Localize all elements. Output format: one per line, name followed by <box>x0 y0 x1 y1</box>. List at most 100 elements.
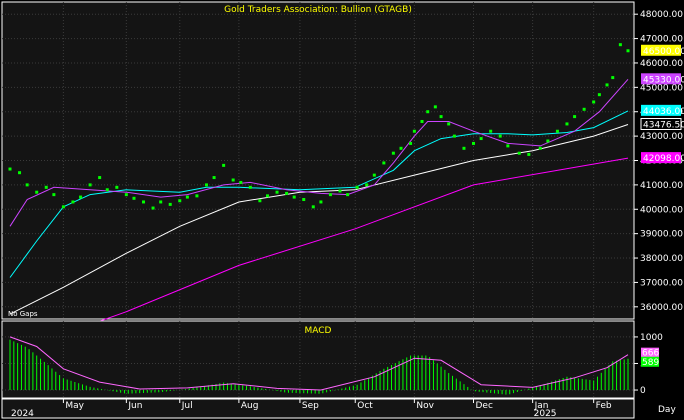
price-point <box>626 49 630 53</box>
macd-value-label: 589 <box>642 358 659 368</box>
x-axis: May Jun Jul Aug Sep Oct Nov Dec Jan Feb2024 2025 <box>1 398 635 419</box>
price-point <box>61 205 65 209</box>
price-point <box>178 199 182 203</box>
price-point <box>555 129 559 133</box>
main-y-tick-label: 40000.00 <box>640 205 683 215</box>
price-point <box>538 146 542 150</box>
price-point <box>527 152 531 156</box>
price-point <box>71 200 75 204</box>
price-point <box>18 171 22 175</box>
price-point <box>98 176 102 180</box>
price-point <box>338 189 342 193</box>
price-point <box>8 167 12 171</box>
last-value-label: 44036.00 <box>643 107 684 117</box>
main-y-tick-label: 41000.00 <box>640 181 683 191</box>
price-point <box>346 193 350 197</box>
price-point <box>409 141 413 145</box>
macd-title: MACD <box>305 326 332 336</box>
price-value-label: 46500.00 <box>643 47 684 57</box>
price-point <box>258 199 262 203</box>
main-y-tick-label: 39000.00 <box>640 230 683 240</box>
x-year-label: 2025 <box>534 409 557 419</box>
price-point <box>248 185 252 189</box>
price-point <box>142 200 146 204</box>
price-point <box>44 185 48 189</box>
macd-panel: MACD 05001000 666589 <box>1 320 663 399</box>
price-point <box>222 163 226 167</box>
main-y-tick-label: 43000.00 <box>640 132 683 142</box>
price-point <box>292 195 296 199</box>
macd-value-labels: 666589 <box>641 347 659 368</box>
price-point <box>365 183 369 187</box>
price-point <box>105 188 109 192</box>
x-month-label: Feb <box>596 401 612 411</box>
price-point <box>231 178 235 182</box>
price-point <box>328 193 332 197</box>
price-point <box>204 183 208 187</box>
price-point <box>573 115 577 119</box>
x-axis-label: Day <box>658 405 676 415</box>
x-month-label: Sep <box>302 401 319 411</box>
price-point <box>185 195 189 199</box>
price-point <box>285 191 289 195</box>
macd-y-tick-label: 0 <box>640 386 646 396</box>
price-point <box>592 100 596 104</box>
last-value-label: 45330.00 <box>643 75 684 85</box>
price-point <box>605 83 609 87</box>
chart-canvas: Gold Traders Association: Bullion (GTAGB… <box>0 0 684 420</box>
price-point <box>420 119 424 123</box>
x-month-label: Oct <box>357 401 373 411</box>
main-y-tick-label: 46000.00 <box>640 59 683 69</box>
x-month-label: Aug <box>241 401 259 411</box>
price-point <box>447 122 451 126</box>
price-point <box>399 146 403 150</box>
price-point <box>35 190 39 194</box>
price-point <box>302 198 306 202</box>
price-point <box>452 134 456 138</box>
x-year-label: 2024 <box>11 409 34 419</box>
price-point <box>517 151 521 155</box>
price-point <box>212 176 216 180</box>
price-point <box>88 183 92 187</box>
price-point <box>489 129 493 133</box>
price-point <box>151 206 155 210</box>
last-value-label: 42098.00 <box>643 154 684 164</box>
chart-title: Gold Traders Association: Bullion (GTAGB… <box>224 5 412 15</box>
price-point <box>611 76 615 80</box>
price-point <box>124 193 128 197</box>
main-y-tick-label: 48000.00 <box>640 10 683 20</box>
main-y-tick-label: 47000.00 <box>640 35 683 45</box>
price-point <box>319 200 323 204</box>
price-point <box>168 202 172 206</box>
price-point <box>391 151 395 155</box>
price-point <box>195 194 199 198</box>
price-point <box>275 190 279 194</box>
x-month-label: Nov <box>416 401 434 411</box>
price-point <box>382 161 386 165</box>
main-y-tick-label: 37000.00 <box>640 278 683 288</box>
price-point <box>426 110 430 114</box>
price-point <box>115 185 119 189</box>
x-month-label: Jun <box>127 401 142 411</box>
no-gaps-note: No Gaps <box>8 310 38 318</box>
price-point <box>498 134 502 138</box>
x-month-label: Jul <box>181 401 193 411</box>
price-point <box>355 185 359 189</box>
price-point <box>52 193 56 197</box>
price-point <box>546 139 550 143</box>
price-point <box>132 196 136 200</box>
price-point <box>412 129 416 133</box>
main-panel: Gold Traders Association: Bullion (GTAGB… <box>1 1 684 354</box>
price-point <box>597 93 601 97</box>
price-point <box>266 194 269 198</box>
price-point <box>618 43 622 47</box>
last-value-label: 43476.50 <box>643 120 684 130</box>
price-point <box>565 122 569 126</box>
price-point <box>462 146 466 150</box>
main-y-tick-label: 38000.00 <box>640 254 683 264</box>
price-point <box>159 200 163 204</box>
price-point <box>311 205 315 209</box>
price-point <box>582 107 586 111</box>
price-point <box>25 183 29 187</box>
price-point <box>506 144 510 148</box>
